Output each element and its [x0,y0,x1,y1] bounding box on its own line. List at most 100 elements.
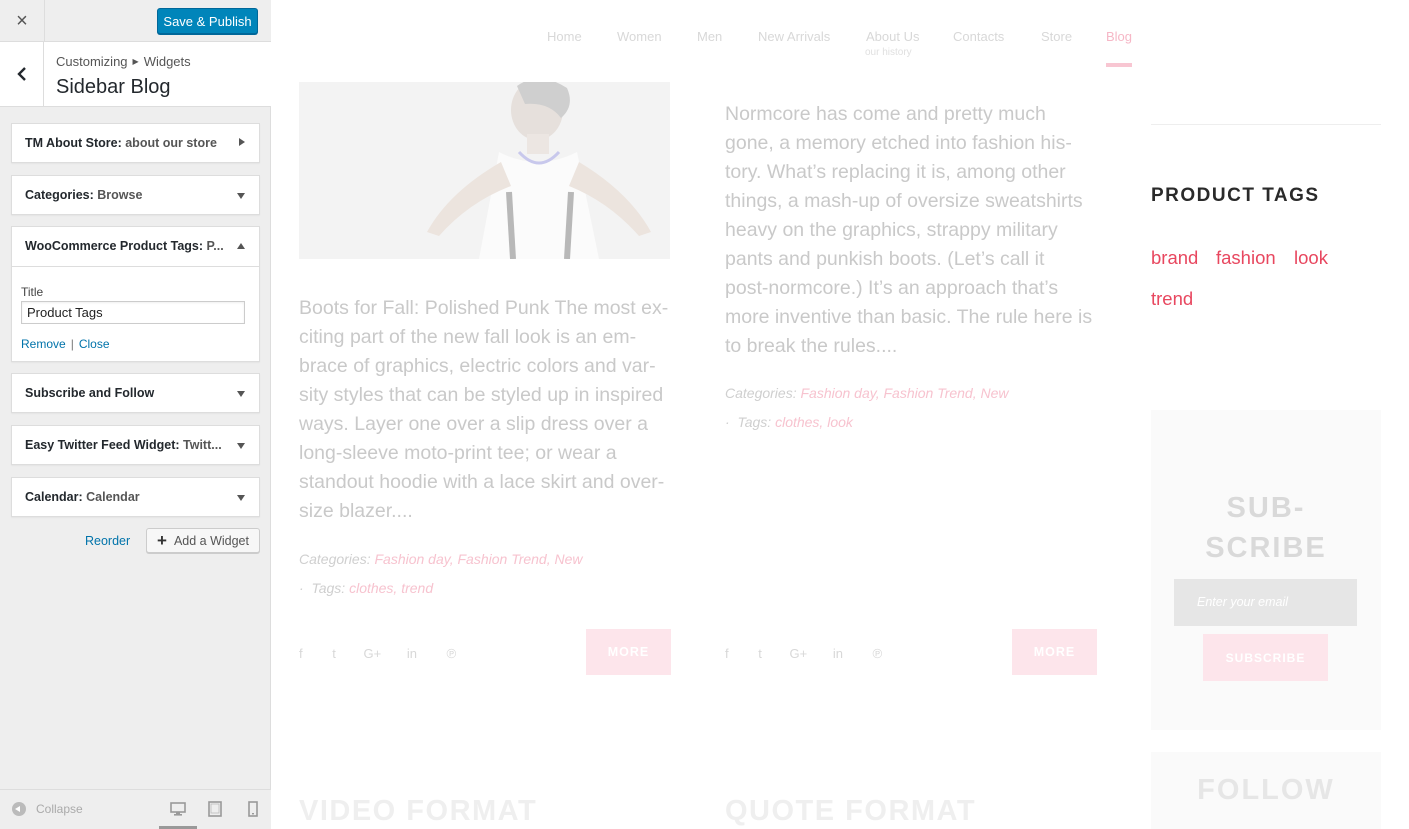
excerpt-line: size blazer.... [299,500,413,522]
desktop-preview-icon[interactable] [170,801,186,817]
collapse-arrow-icon[interactable] [237,243,245,249]
more-button[interactable]: MORE [1012,629,1097,675]
widget-subscribe-follow[interactable]: Subscribe and Follow [11,373,260,413]
email-input[interactable]: Enter your email [1174,579,1357,626]
add-widget-button[interactable]: + Add a Widget [146,528,260,553]
expand-arrow-icon[interactable] [237,495,245,501]
excerpt-line: standout hoodie with a lace skirt and ov… [299,471,665,493]
widget-subtitle: Browse [97,188,143,202]
widget-name: Calendar: [25,490,83,504]
subscribe-title: SUB- SCRIBE [1151,488,1381,568]
tags-label: Tags: [737,414,772,430]
title-input[interactable] [21,301,245,324]
widget-subtitle: P... [206,239,224,253]
tag-link[interactable]: trend [1151,288,1193,310]
widget-categories[interactable]: Categories: Browse [11,175,260,215]
actions-separator: | [70,337,74,351]
share-icons: f t G+ in ℗ [299,646,456,661]
customizer-top-bar: × Save & Publish [0,0,271,42]
nav-about-us-sub: our history [865,47,912,58]
breadcrumb-separator-icon: ▶ [132,57,139,66]
collapse-button[interactable]: Collapse [12,802,83,816]
sidebar-divider [1151,124,1381,125]
excerpt-line: brace of graphics, electric colors and v… [299,355,656,377]
excerpt-line: heavy on the graphics, strappy military [725,219,1058,241]
expand-arrow-icon[interactable] [237,443,245,449]
expand-arrow-icon[interactable] [237,193,245,199]
widget-header[interactable]: WooCommerce Product Tags: P... [12,227,259,267]
share-icons: f t G+ in ℗ [725,646,882,661]
categories-label: Categories: [725,385,797,401]
pinterest-icon[interactable]: ℗ [873,646,883,661]
post-title[interactable]: QUOTE FORMAT [725,795,976,828]
collapse-arrow-icon [12,802,26,816]
linkedin-icon[interactable]: in [407,646,417,661]
widget-name: Categories: [25,188,94,202]
widget-calendar[interactable]: Calendar: Calendar [11,477,260,517]
subscribe-button[interactable]: SUBSCRIBE [1203,634,1328,681]
excerpt-line: sity styles that can be styled up in ins… [299,384,664,406]
nav-women[interactable]: Women [617,29,662,44]
post-categories: Categories: Fashion day, Fashion Trend, … [725,385,1009,401]
tags-links[interactable]: clothes, look [775,414,853,430]
linkedin-icon[interactable]: in [833,646,843,661]
breadcrumb-section: Widgets [143,54,191,69]
site-preview: Home Women Men New Arrivals About Us our… [271,0,1409,829]
facebook-icon[interactable]: f [725,646,729,661]
post-featured-image[interactable] [299,82,670,259]
tags-label: Tags: [311,580,346,596]
categories-links[interactable]: Fashion day, Fashion Trend, New [800,385,1008,401]
widget-subtitle: Calendar [86,490,140,504]
tag-link[interactable]: brand [1151,247,1198,269]
tablet-preview-icon[interactable] [207,801,223,817]
pinterest-icon[interactable]: ℗ [447,646,457,661]
widget-name: TM About Store: [25,136,122,150]
excerpt-line: Normcore has come and pretty much [725,103,1046,125]
tag-link[interactable]: look [1294,247,1328,269]
categories-links[interactable]: Fashion day, Fashion Trend, New [374,551,582,567]
excerpt-line: gone, a memory etched into fashion his- [725,132,1072,154]
excerpt-line: tory. What’s replacing it is, among othe… [725,161,1066,183]
close-icon: × [16,9,28,32]
facebook-icon[interactable]: f [299,646,303,661]
more-button[interactable]: MORE [586,629,671,675]
collapse-label: Collapse [36,802,83,816]
tags-links[interactable]: clothes, trend [349,580,433,596]
expand-arrow-icon[interactable] [237,391,245,397]
widget-subtitle: Twitt... [183,438,222,452]
nav-new-arrivals[interactable]: New Arrivals [758,29,830,44]
categories-label: Categories: [299,551,371,567]
breadcrumb-root: Customizing [56,54,128,69]
widget-twitter-feed[interactable]: Easy Twitter Feed Widget: Twitt... [11,425,260,465]
section-title: Sidebar Blog [56,76,171,98]
save-publish-button[interactable]: Save & Publish [157,8,258,34]
nav-men[interactable]: Men [697,29,722,44]
post-title[interactable]: VIDEO FORMAT [299,795,537,828]
close-widget-link[interactable]: Close [79,337,110,351]
excerpt-line: long-sleeve moto-print tee; or wear a [299,442,617,464]
twitter-icon[interactable]: t [758,646,762,661]
model-photo [299,82,670,259]
mobile-preview-icon[interactable] [245,801,261,817]
reorder-link[interactable]: Reorder [85,534,130,548]
nav-store[interactable]: Store [1041,29,1072,44]
expand-arrow-icon[interactable] [239,138,245,146]
remove-widget-link[interactable]: Remove [21,337,66,351]
excerpt-line: ways. Layer one over a slip dress over a [299,413,649,435]
nav-home[interactable]: Home [547,29,582,44]
google-plus-icon[interactable]: G+ [364,646,382,661]
google-plus-icon[interactable]: G+ [790,646,808,661]
post-categories: Categories: Fashion day, Fashion Trend, … [299,551,583,567]
post-excerpt: Normcore has come and pretty much gone, … [725,100,1105,361]
excerpt-line: citing part of the new fall look is an e… [299,326,637,348]
nav-about-us[interactable]: About Us [866,29,919,44]
twitter-icon[interactable]: t [332,646,336,661]
close-customizer-button[interactable]: × [0,0,45,42]
back-button[interactable] [0,42,44,106]
nav-contacts[interactable]: Contacts [953,29,1004,44]
tag-link[interactable]: fashion [1216,247,1276,269]
bullet-icon: · [299,580,304,596]
widget-about-store[interactable]: TM About Store: about our store [11,123,260,163]
subscribe-title-line: SCRIBE [1205,532,1327,564]
nav-blog[interactable]: Blog [1106,29,1132,44]
